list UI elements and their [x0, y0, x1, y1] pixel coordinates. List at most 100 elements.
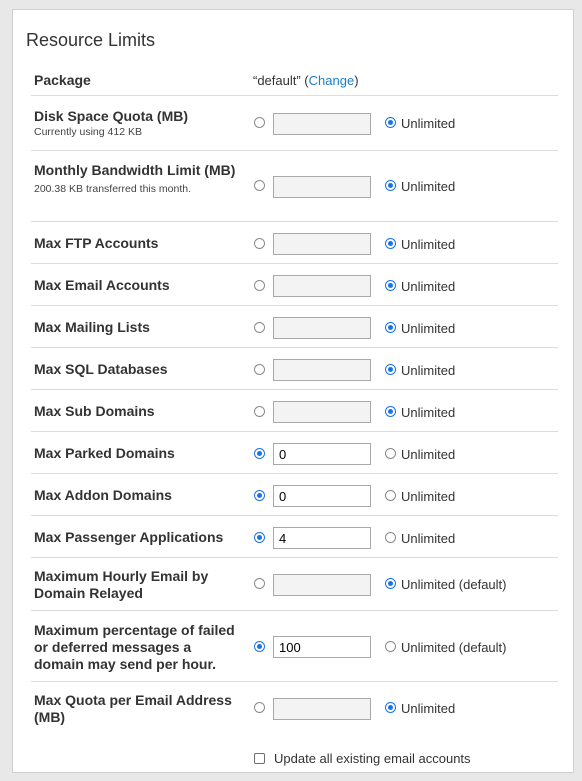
unlimited-label: Unlimited — [401, 489, 456, 504]
limited-radio[interactable] — [254, 641, 265, 652]
unlimited-radio[interactable] — [385, 490, 396, 501]
row-label: Max Parked Domains — [34, 445, 239, 462]
unlimited-label: Unlimited (default) — [401, 640, 507, 655]
unlimited-radio[interactable] — [385, 578, 396, 589]
limit-row-sql-databases: Max SQL Databases Unlimited — [31, 348, 558, 390]
limit-row-sub-domains: Max Sub Domains Unlimited — [31, 390, 558, 432]
row-label: Monthly Bandwidth Limit (MB) 200.38 KB tr… — [34, 162, 239, 196]
row-label-text: Disk Space Quota (MB) — [34, 108, 189, 124]
limit-row-parked-domains: Max Parked Domains Unlimited — [31, 432, 558, 474]
package-value: “default” (Change) — [253, 73, 359, 88]
panel-title: Resource Limits — [26, 30, 156, 50]
limit-input[interactable] — [273, 443, 371, 465]
row-label: Disk Space Quota (MB) Currently using 412… — [34, 108, 239, 139]
unlimited-radio[interactable] — [385, 702, 396, 713]
unlimited-label: Unlimited — [401, 405, 456, 420]
package-label: Package — [34, 72, 91, 88]
limit-row-email-accounts: Max Email Accounts Unlimited — [31, 264, 558, 306]
limited-radio[interactable] — [254, 490, 265, 501]
row-label-text: Maximum Hourly Email by Domain Relayed — [34, 568, 209, 601]
package-value-prefix: “default” ( — [253, 73, 309, 88]
limited-radio[interactable] — [254, 532, 265, 543]
limit-input[interactable] — [273, 317, 371, 339]
update-accounts-checkbox[interactable] — [254, 753, 265, 764]
row-label-text: Max FTP Accounts — [34, 235, 159, 251]
limit-row-quota-per-email: Max Quota per Email Address (MB) Unlimit… — [31, 682, 558, 738]
limit-input[interactable] — [273, 574, 371, 596]
unlimited-radio[interactable] — [385, 322, 396, 333]
unlimited-label: Unlimited — [401, 116, 456, 131]
unlimited-radio[interactable] — [385, 238, 396, 249]
row-sublabel: Currently using 412 KB — [34, 126, 142, 138]
limited-radio[interactable] — [254, 117, 265, 128]
unlimited-radio[interactable] — [385, 364, 396, 375]
row-label: Maximum Hourly Email by Domain Relayed — [34, 568, 239, 602]
resource-limits-table: Package “default” (Change) Disk Space Qu… — [31, 66, 558, 738]
unlimited-radio[interactable] — [385, 117, 396, 128]
update-accounts-label: Update all existing email accounts — [274, 751, 471, 766]
limited-radio[interactable] — [254, 406, 265, 417]
limit-input[interactable] — [273, 636, 371, 658]
row-label: Maximum percentage of failed or deferred… — [34, 622, 239, 673]
limit-row-mailing-lists: Max Mailing Lists Unlimited — [31, 306, 558, 348]
unlimited-radio[interactable] — [385, 180, 396, 191]
limit-input[interactable] — [273, 113, 371, 135]
limit-row-passenger-applications: Max Passenger Applications Unlimited — [31, 516, 558, 558]
row-label-text: Max Quota per Email Address (MB) — [34, 692, 232, 725]
limit-input[interactable] — [273, 176, 371, 198]
limit-input[interactable] — [273, 698, 371, 720]
limited-radio[interactable] — [254, 238, 265, 249]
limited-radio[interactable] — [254, 578, 265, 589]
limit-input[interactable] — [273, 485, 371, 507]
row-label-text: Max Email Accounts — [34, 277, 170, 293]
limited-radio[interactable] — [254, 364, 265, 375]
limit-row-disk-space: Disk Space Quota (MB) Currently using 412… — [31, 96, 558, 151]
resource-limits-panel: Resource Limits Package “default” (Chang… — [12, 9, 574, 773]
limited-radio[interactable] — [254, 448, 265, 459]
limit-input[interactable] — [273, 233, 371, 255]
unlimited-label: Unlimited — [401, 279, 456, 294]
row-sublabel: 200.38 KB transferred this month. — [34, 183, 192, 195]
unlimited-radio[interactable] — [385, 448, 396, 459]
unlimited-radio[interactable] — [385, 641, 396, 652]
limit-input[interactable] — [273, 359, 371, 381]
limit-row-failed-deferred-percentage: Maximum percentage of failed or deferred… — [31, 611, 558, 682]
limit-input[interactable] — [273, 527, 371, 549]
unlimited-radio[interactable] — [385, 406, 396, 417]
limit-input[interactable] — [273, 401, 371, 423]
row-label: Max Passenger Applications — [34, 529, 239, 546]
unlimited-label: Unlimited — [401, 321, 456, 336]
limited-radio[interactable] — [254, 280, 265, 291]
row-label: Max Mailing Lists — [34, 319, 239, 336]
row-label: Max Addon Domains — [34, 487, 239, 504]
row-label-text: Max Mailing Lists — [34, 319, 150, 335]
limited-radio[interactable] — [254, 180, 265, 191]
unlimited-label: Unlimited — [401, 447, 456, 462]
limit-row-addon-domains: Max Addon Domains Unlimited — [31, 474, 558, 516]
row-label-text: Max SQL Databases — [34, 361, 168, 377]
limit-input[interactable] — [273, 275, 371, 297]
unlimited-label: Unlimited (default) — [401, 577, 507, 592]
row-label: Max Sub Domains — [34, 403, 239, 420]
row-label-text: Monthly Bandwidth Limit (MB) — [34, 162, 236, 178]
row-label-text: Maximum percentage of failed or deferred… — [34, 622, 235, 672]
unlimited-label: Unlimited — [401, 363, 456, 378]
package-value-suffix: ) — [354, 73, 359, 88]
row-label-text: Max Passenger Applications — [34, 529, 224, 545]
limited-radio[interactable] — [254, 702, 265, 713]
limit-row-ftp-accounts: Max FTP Accounts Unlimited — [31, 222, 558, 264]
unlimited-label: Unlimited — [401, 701, 456, 716]
unlimited-radio[interactable] — [385, 532, 396, 543]
limited-radio[interactable] — [254, 322, 265, 333]
row-label-text: Max Addon Domains — [34, 487, 172, 503]
limit-row-hourly-email-relayed: Maximum Hourly Email by Domain Relayed U… — [31, 558, 558, 611]
package-row: Package “default” (Change) — [31, 66, 558, 96]
row-label: Max SQL Databases — [34, 361, 239, 378]
unlimited-radio[interactable] — [385, 280, 396, 291]
package-change-link[interactable]: Change — [309, 73, 355, 88]
row-label-text: Max Sub Domains — [34, 403, 155, 419]
row-label: Max Quota per Email Address (MB) — [34, 692, 239, 726]
limit-row-bandwidth: Monthly Bandwidth Limit (MB) 200.38 KB tr… — [31, 151, 558, 222]
row-label: Max FTP Accounts — [34, 235, 239, 252]
row-label-text: Max Parked Domains — [34, 445, 175, 461]
